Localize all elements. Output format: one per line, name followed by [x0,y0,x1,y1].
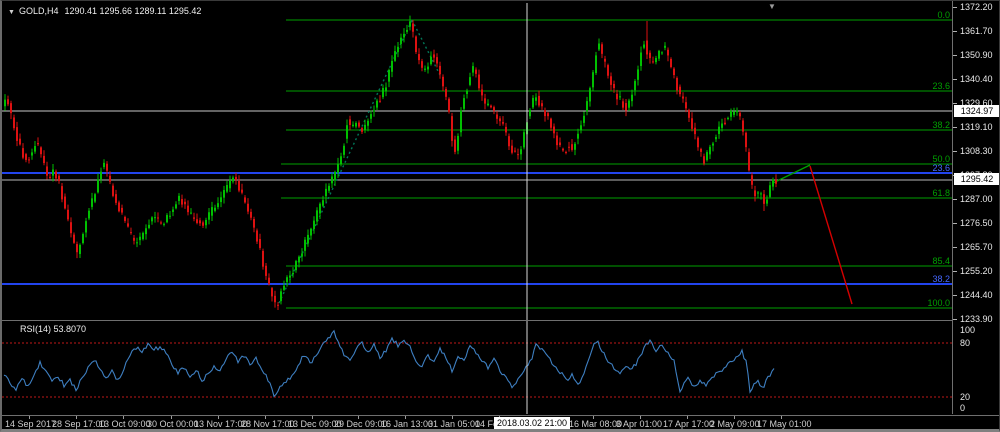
fib-level-label-38.2: 38.2 [932,120,950,130]
time-tick-label: 29 Dec 09:00 [334,419,388,429]
price-tick-mark [953,127,957,128]
price-tick-label: 1265.70 [960,242,993,252]
ohlc-values: 1290.41 1295.66 1289.11 1295.42 [64,6,201,16]
time-tick-label: 17 Apr 17:00 [663,419,714,429]
main-pane-layer: 0.023.638.250.061.885.4100.023.638.2 [2,10,952,310]
time-tick-label: 17 May 01:00 [757,419,812,429]
price-tick-label: 1350.90 [960,50,993,60]
price-tick-label: 1340.40 [960,74,993,84]
rsi-pane-layer [2,331,952,397]
fib-blue-label-38.2: 38.2 [932,274,950,284]
price-tick-mark [953,55,957,56]
price-tick-mark [953,271,957,272]
time-tick-label: 2 May 09:00 [710,419,760,429]
fib-level-label-85.4: 85.4 [932,256,950,266]
price-tick-label: 1308.30 [960,146,993,156]
price-tick-label: 1276.50 [960,218,993,228]
price-tick-label: 1361.70 [960,26,993,36]
time-tick-label: 31 Jan 05:00 [428,419,480,429]
price-tick-label: 1233.90 [960,314,993,324]
fib-level-label-100.0: 100.0 [927,298,950,308]
price-tick-mark [953,7,957,8]
price-tick-label: 1255.20 [960,266,993,276]
candlestick-chart-pane[interactable]: 0.023.638.250.061.885.4100.023.638.2 [2,1,952,414]
price-tick-mark [953,223,957,224]
rsi-tick-label: 80 [960,338,970,348]
symbol-ohlc-label: ▼ GOLD,H4 1290.41 1295.66 1289.11 1295.42 [8,6,201,16]
time-tick-label: 16 Mar 08:00 [569,419,622,429]
rsi-indicator-label: RSI(14) 53.8070 [20,324,86,334]
time-tick-label: 16 Jan 13:00 [381,419,433,429]
rsi-line [4,331,774,397]
price-tick-label: 1244.40 [960,290,993,300]
time-tick-label: 28 Sep 17:00 [52,419,106,429]
price-axis[interactable]: 1372.201361.701350.901340.401329.601319.… [952,1,1000,414]
time-tick-label: 14 Sep 2017 [5,419,56,429]
chart-plot-svg: 0.023.638.250.061.885.4100.023.638.2 [2,1,952,414]
price-tick-mark [953,31,957,32]
rsi-tick-label: 0 [960,403,965,413]
time-tick-label: 13 Oct 09:00 [99,419,151,429]
rsi-tick-label: 20 [960,392,970,402]
price-tick-mark [953,151,957,152]
fib-level-label-0.0: 0.0 [937,10,950,20]
pane-separator[interactable] [2,320,952,321]
fib-level-label-23.6: 23.6 [932,81,950,91]
time-tick-label: 30 Oct 00:00 [147,419,199,429]
price-tick-label: 1287.00 [960,194,993,204]
price-tick-mark [953,103,957,104]
mt4-chart-window: 0.023.638.250.061.885.4100.023.638.2 ▼GO… [0,0,1000,432]
rsi-tick-label: 100 [960,325,975,335]
time-tick-label: 28 Nov 17:00 [241,419,295,429]
symbol-name: GOLD,H4 [19,6,59,16]
time-tick-label: 13 Nov 17:00 [194,419,248,429]
price-tick-mark [953,247,957,248]
chart-shift-marker-icon[interactable]: ▼ [768,2,776,11]
price-tick-mark [953,295,957,296]
price-tick-mark [953,199,957,200]
fib-blue-label-23.6: 23.6 [932,163,950,173]
price-tick-label: 1372.20 [960,2,993,12]
last-price-box: 1295.42 [954,173,1000,185]
price-tick-mark [953,79,957,80]
price-tick-mark [953,319,957,320]
crosshair-time-box: 2018.03.02 21:00 [494,417,570,429]
crosshair-price-box: 1324.97 [954,105,1000,117]
price-tick-label: 1319.10 [960,122,993,132]
time-tick-label: 3 Apr 01:00 [616,419,662,429]
time-axis[interactable]: 14 Sep 201728 Sep 17:0013 Oct 09:0030 Oc… [2,415,1000,430]
fib-level-label-61.8: 61.8 [932,188,950,198]
symbol-dropdown-icon[interactable]: ▼ [8,9,15,16]
